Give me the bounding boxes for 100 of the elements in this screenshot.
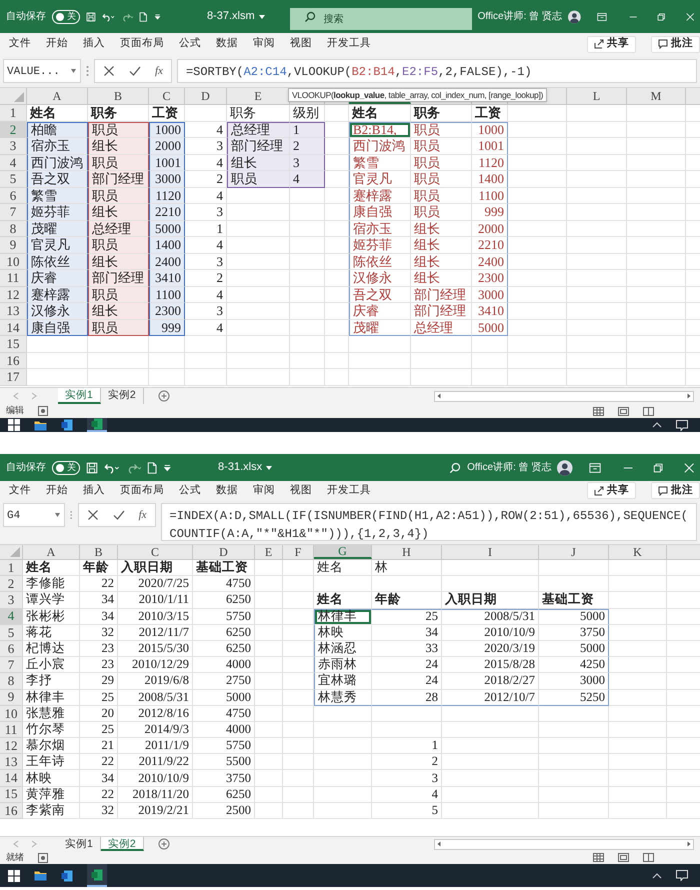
row-header[interactable]: 14 [0, 320, 27, 336]
formula-field[interactable]: =SORTBY(A2:C14,VLOOKUP(B2:B14,E2:F5,2,FALSE),-1) [176, 59, 697, 83]
notification-icon[interactable] [676, 420, 688, 430]
caret-icon[interactable] [265, 464, 274, 470]
row-header[interactable]: 8 [0, 220, 27, 237]
document-app-icon[interactable] [61, 870, 73, 882]
avatar-icon[interactable] [557, 458, 573, 476]
row-header[interactable]: 4 [0, 608, 23, 625]
menu-tab[interactable]: 页面布局 [120, 482, 164, 498]
page-break-icon[interactable] [643, 406, 654, 416]
folder-icon[interactable] [34, 420, 47, 430]
save-icon[interactable] [86, 460, 98, 474]
normal-view-icon[interactable] [593, 853, 604, 862]
cancel-icon[interactable] [86, 509, 99, 521]
column-header[interactable]: J [539, 545, 609, 559]
menu-tab[interactable]: 插入 [83, 482, 105, 498]
row-header[interactable]: 9 [0, 237, 27, 254]
row-header[interactable]: 17 [0, 369, 27, 386]
row-header[interactable]: 2 [0, 122, 27, 138]
column-header[interactable]: B [88, 88, 149, 104]
enter-check-icon[interactable] [129, 65, 141, 77]
row-header[interactable]: 3 [0, 592, 23, 609]
row-header[interactable]: 13 [0, 303, 27, 320]
row-header[interactable]: 1 [0, 560, 23, 576]
menu-tab[interactable]: 开发工具 [327, 36, 371, 52]
windows-start-icon[interactable] [8, 419, 20, 431]
customize-caret-icon[interactable] [163, 462, 172, 472]
menu-tab[interactable]: 文件 [9, 36, 31, 52]
menu-tab[interactable]: 文件 [9, 482, 31, 498]
column-header[interactable]: H [372, 545, 442, 559]
menu-tab[interactable]: 审阅 [253, 36, 275, 52]
autosave-toggle[interactable]: 关 [52, 10, 80, 24]
menu-tab[interactable]: 审阅 [253, 482, 275, 498]
row-header[interactable]: 1 [0, 105, 27, 122]
menu-tab[interactable]: 页面布局 [120, 36, 164, 52]
dropdown-caret-icon[interactable] [54, 512, 62, 518]
save-icon[interactable] [86, 10, 96, 24]
row-header[interactable]: 5 [0, 171, 27, 188]
row-header[interactable]: 12 [0, 286, 27, 303]
row-header[interactable]: 7 [0, 204, 27, 220]
row-header[interactable]: 8 [0, 673, 23, 690]
column-header[interactable]: A [23, 545, 80, 559]
cancel-icon[interactable] [103, 65, 115, 77]
column-header[interactable]: L [567, 88, 627, 104]
caret-icon[interactable] [258, 14, 266, 20]
row-header[interactable]: 15 [0, 336, 27, 352]
column-header[interactable]: I [442, 545, 539, 559]
restore-icon[interactable] [657, 10, 666, 22]
column-header[interactable]: D [185, 88, 227, 104]
sheet-tab[interactable]: 实例2 [100, 837, 144, 851]
share-button[interactable]: 共享 [587, 482, 636, 499]
row-header[interactable]: 10 [0, 706, 23, 722]
comments-button[interactable]: 批注 [651, 36, 700, 52]
row-header[interactable]: 16 [0, 802, 23, 819]
enter-check-icon[interactable] [112, 509, 125, 521]
windows-start-icon[interactable] [8, 870, 20, 882]
menu-tab[interactable]: 数据 [216, 482, 238, 498]
column-header[interactable]: G [314, 545, 372, 559]
avatar-icon[interactable] [568, 8, 581, 26]
page-layout-icon[interactable] [618, 853, 629, 862]
spreadsheet-app-button[interactable] [87, 864, 107, 887]
column-header[interactable]: D [193, 545, 255, 559]
search-icon[interactable] [449, 460, 462, 474]
horizontal-scrollbar[interactable] [434, 838, 694, 850]
add-sheet-icon[interactable] [158, 838, 170, 850]
insert-function-button[interactable]: fx [155, 65, 163, 77]
row-header[interactable]: 11 [0, 270, 27, 286]
column-header[interactable]: C [118, 545, 193, 559]
menu-tab[interactable]: 开始 [46, 482, 68, 498]
normal-view-icon[interactable] [593, 406, 604, 416]
row-header[interactable]: 6 [0, 188, 27, 204]
row-header[interactable]: 3 [0, 138, 27, 154]
menu-tab[interactable]: 插入 [83, 36, 105, 52]
customize-caret-icon[interactable] [154, 12, 161, 22]
row-header[interactable]: 6 [0, 640, 23, 658]
chevron-up-icon[interactable] [652, 872, 662, 878]
row-header[interactable]: 15 [0, 786, 23, 803]
formula-field[interactable]: =INDEX(A:D,SMALL(IF(ISNUMBER(FIND(H1,A2:A51)),ROW(2:51),65536),SEQUENCE( COUNTIF(A:A,"*"&H1&"*"))),{1,2,3,4}) [160, 503, 697, 541]
horizontal-scrollbar[interactable] [434, 390, 694, 402]
close-icon[interactable] [686, 10, 694, 22]
menu-tab[interactable]: 视图 [290, 36, 312, 52]
close-icon[interactable] [684, 462, 694, 474]
ribbon-display-icon[interactable] [596, 10, 607, 22]
add-sheet-icon[interactable] [158, 390, 170, 402]
menu-tab[interactable]: 数据 [216, 36, 238, 52]
column-header[interactable]: A [27, 88, 88, 104]
name-box[interactable]: G4 [3, 503, 66, 527]
menu-tab[interactable]: 开始 [46, 36, 68, 52]
page-layout-icon[interactable] [618, 406, 629, 416]
restore-icon[interactable] [653, 462, 664, 474]
spreadsheet-app-button[interactable] [87, 418, 107, 432]
macro-record-icon[interactable] [38, 406, 48, 416]
new-file-icon[interactable] [139, 10, 148, 24]
menu-tab[interactable]: 视图 [290, 482, 312, 498]
menu-tab[interactable]: 开发工具 [327, 482, 371, 498]
row-header[interactable]: 14 [0, 770, 23, 787]
new-file-icon[interactable] [147, 460, 158, 474]
insert-function-button[interactable]: fx [138, 509, 147, 521]
row-header[interactable]: 11 [0, 722, 23, 738]
page-break-icon[interactable] [643, 853, 654, 862]
